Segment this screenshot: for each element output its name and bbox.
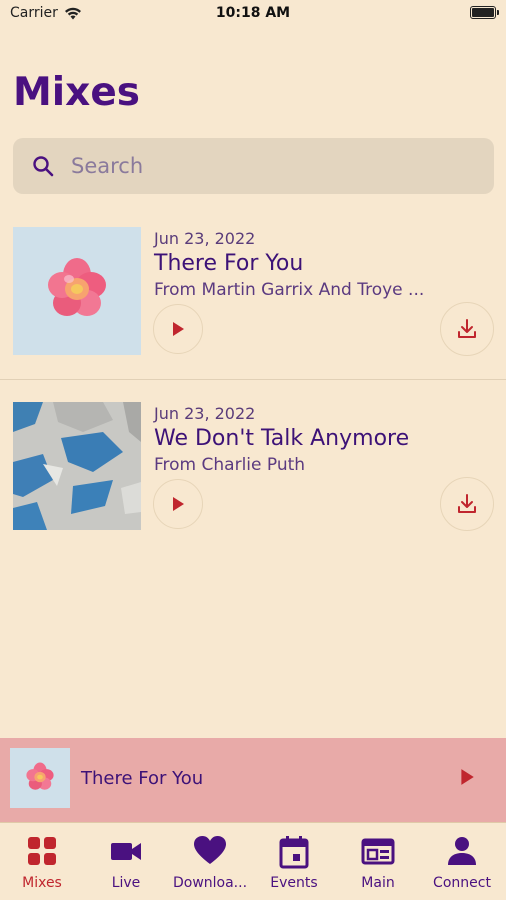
search-bar[interactable] bbox=[13, 138, 494, 194]
tab-label: Mixes bbox=[22, 875, 62, 891]
mix-date: Jun 23, 2022 bbox=[154, 229, 256, 248]
tab-label: Events bbox=[270, 875, 318, 891]
tab-bar: Mixes Live Downloa... Events Main Connec… bbox=[0, 822, 506, 900]
play-button[interactable] bbox=[153, 479, 203, 529]
video-camera-icon bbox=[111, 843, 141, 860]
tab-label: Live bbox=[111, 875, 141, 891]
tab-label: Connect bbox=[433, 875, 491, 891]
download-icon bbox=[458, 319, 476, 338]
pink-flower-image bbox=[13, 227, 141, 355]
status-time: 10:18 AM bbox=[215, 5, 291, 21]
search-icon bbox=[33, 156, 54, 177]
mix-subtitle: From Martin Garrix And Troye ... bbox=[154, 280, 425, 300]
card-icon bbox=[361, 838, 395, 865]
grid-icon bbox=[28, 837, 56, 865]
broken-glass-image bbox=[13, 402, 141, 530]
tab-connect[interactable]: Connect bbox=[420, 823, 504, 900]
tab-downloads[interactable]: Downloa... bbox=[168, 823, 252, 900]
mix-title[interactable]: We Don't Talk Anymore bbox=[154, 426, 409, 451]
mix-thumbnail[interactable] bbox=[13, 227, 141, 355]
tab-main[interactable]: Main bbox=[336, 823, 420, 900]
tab-live[interactable]: Live bbox=[84, 823, 168, 900]
download-icon bbox=[458, 494, 476, 513]
play-button[interactable] bbox=[153, 304, 203, 354]
download-button[interactable] bbox=[440, 477, 494, 531]
mini-player-title[interactable]: There For You bbox=[81, 768, 203, 789]
mini-player-thumbnail bbox=[10, 748, 70, 808]
heart-icon bbox=[194, 836, 226, 864]
tab-label: Main bbox=[361, 875, 395, 891]
mix-list-item[interactable]: Jun 23, 2022 There For You From Martin G… bbox=[0, 222, 506, 380]
play-icon bbox=[173, 322, 184, 336]
mini-player[interactable]: There For You bbox=[0, 738, 506, 822]
play-icon bbox=[461, 769, 474, 785]
search-input[interactable] bbox=[71, 154, 451, 178]
mix-thumbnail[interactable] bbox=[13, 402, 141, 530]
status-bar: Carrier 10:18 AM bbox=[0, 0, 506, 28]
tab-mixes[interactable]: Mixes bbox=[0, 823, 84, 900]
mix-date: Jun 23, 2022 bbox=[154, 404, 256, 423]
calendar-icon bbox=[279, 836, 309, 869]
mini-player-play-button[interactable] bbox=[458, 768, 476, 790]
mix-list-item[interactable]: Jun 23, 2022 We Don't Talk Anymore From … bbox=[0, 397, 506, 557]
person-icon bbox=[448, 837, 476, 865]
tab-events[interactable]: Events bbox=[252, 823, 336, 900]
battery-icon bbox=[470, 6, 499, 19]
page-title: Mixes bbox=[13, 70, 140, 115]
mix-title[interactable]: There For You bbox=[154, 251, 303, 276]
mix-subtitle: From Charlie Puth bbox=[154, 455, 306, 475]
pink-flower-image bbox=[10, 748, 70, 808]
tab-label: Downloa... bbox=[172, 875, 248, 891]
download-button[interactable] bbox=[440, 302, 494, 356]
play-icon bbox=[173, 497, 184, 511]
